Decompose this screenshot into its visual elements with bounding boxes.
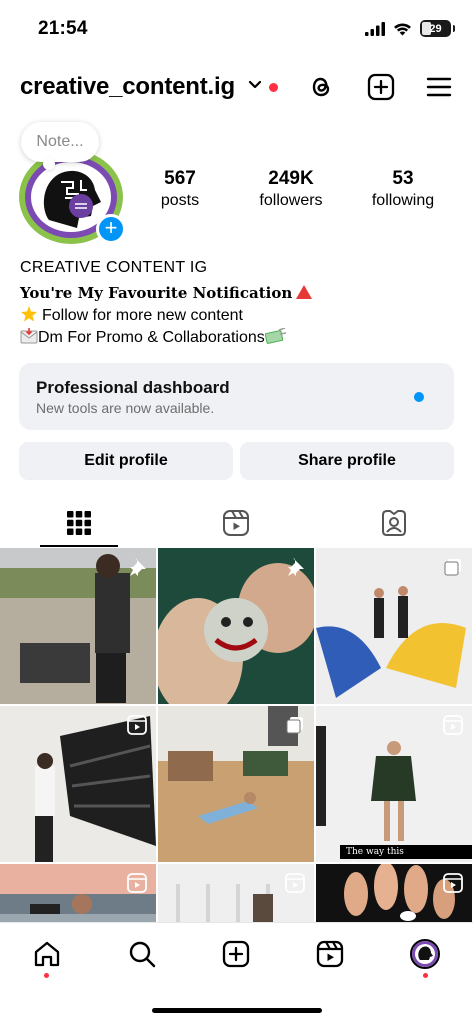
profile-stats: 567 posts 249K followers 53 following [140, 168, 460, 216]
stat-posts[interactable]: 567 posts [140, 168, 220, 210]
dashboard-title: Professional dashboard [36, 378, 230, 397]
new-post-icon [367, 73, 395, 101]
reels-icon [127, 715, 147, 735]
status-bar: 21:54 29 [0, 0, 473, 56]
nav-reels[interactable] [315, 939, 345, 969]
new-indicator-dot [414, 392, 424, 402]
home-icon [34, 941, 60, 967]
note-bubble[interactable]: Note... [21, 122, 99, 170]
profile-avatar-container[interactable]: + [19, 150, 126, 244]
dashboard-subtitle: New tools are now available. [36, 400, 215, 416]
stat-followers[interactable]: 249K followers [247, 168, 335, 210]
home-indicator [152, 1008, 322, 1013]
grid-post[interactable]: The way this photographer [316, 706, 472, 862]
chevron-down-icon[interactable] [248, 80, 262, 90]
envelope-icon [20, 328, 38, 344]
tagged-tab[interactable] [379, 508, 409, 538]
profile-bio: CREATIVE CONTENT IG You're My Favourite … [20, 257, 460, 349]
stat-followers-value: 249K [268, 168, 314, 189]
nav-search[interactable] [127, 939, 157, 969]
stat-posts-label: posts [160, 192, 200, 209]
nav-profile[interactable] [410, 939, 440, 969]
nav-create[interactable] [221, 939, 251, 969]
create-icon [222, 940, 250, 968]
bio-line-2: Follow for more new content [42, 307, 243, 324]
threads-button[interactable] [306, 72, 336, 102]
grid-post[interactable] [0, 706, 156, 862]
pin-icon [130, 558, 146, 576]
grid-icon [67, 511, 91, 535]
pin-icon [288, 558, 304, 576]
bio-line-3: Dm For Promo & Collaborations [38, 329, 265, 346]
stat-following[interactable]: 53 following [362, 168, 444, 210]
profile-tabs [0, 500, 473, 548]
grid-post[interactable] [316, 548, 472, 704]
profile-avatar [410, 939, 440, 969]
notification-dot [269, 83, 278, 92]
reels-tab[interactable] [221, 508, 251, 538]
reels-icon [285, 873, 305, 893]
profile-header: creative_content.ig [0, 66, 473, 110]
reels-icon [223, 510, 249, 536]
username-switcher[interactable]: creative_content.ig [20, 73, 235, 101]
reels-icon [443, 873, 463, 893]
cellular-signal-icon [365, 21, 385, 36]
menu-button[interactable] [424, 72, 454, 102]
stat-posts-value: 567 [164, 168, 196, 189]
reels-icon [127, 873, 147, 893]
reels-icon [316, 940, 344, 968]
battery-level: 29 [429, 22, 442, 35]
edit-profile-button[interactable]: Edit profile [19, 442, 233, 480]
posts-grid: The way this photographer [0, 548, 473, 922]
grid-post[interactable] [158, 548, 314, 704]
professional-dashboard-card[interactable]: Professional dashboard New tools are now… [19, 363, 454, 430]
tagged-person-icon [382, 510, 406, 536]
threads-icon [312, 77, 330, 97]
status-time: 21:54 [38, 18, 88, 39]
stat-following-value: 53 [392, 168, 414, 189]
grid-post[interactable] [158, 706, 314, 862]
share-profile-button[interactable]: Share profile [240, 442, 454, 480]
add-story-button[interactable]: + [96, 214, 126, 244]
bio-line-1: You're My Favourite Notification [20, 284, 293, 302]
stat-followers-label: followers [259, 192, 323, 209]
star-icon [21, 306, 37, 322]
red-triangle-icon [296, 285, 313, 299]
status-icons: 29 [365, 20, 455, 37]
profile-notification-dot [423, 973, 428, 978]
wifi-icon [394, 22, 411, 35]
posts-grid-tab[interactable] [64, 508, 94, 538]
grid-post[interactable] [158, 864, 314, 922]
carousel-icon [444, 559, 461, 576]
grid-post[interactable] [0, 864, 156, 922]
money-icon [264, 327, 286, 344]
home-notification-dot [44, 973, 49, 978]
grid-post[interactable] [0, 548, 156, 704]
post-caption-overlay: The way this photographer [340, 845, 472, 862]
reels-icon [443, 715, 463, 735]
new-post-button[interactable] [366, 72, 396, 102]
battery-icon: 29 [420, 20, 455, 37]
nav-home[interactable] [32, 939, 62, 969]
search-icon [129, 941, 156, 968]
active-tab-indicator [40, 545, 118, 547]
stat-following-label: following [371, 192, 435, 209]
grid-post[interactable] [316, 864, 472, 922]
carousel-icon [286, 717, 303, 734]
display-name: CREATIVE CONTENT IG [20, 259, 208, 276]
menu-icon [426, 77, 452, 97]
